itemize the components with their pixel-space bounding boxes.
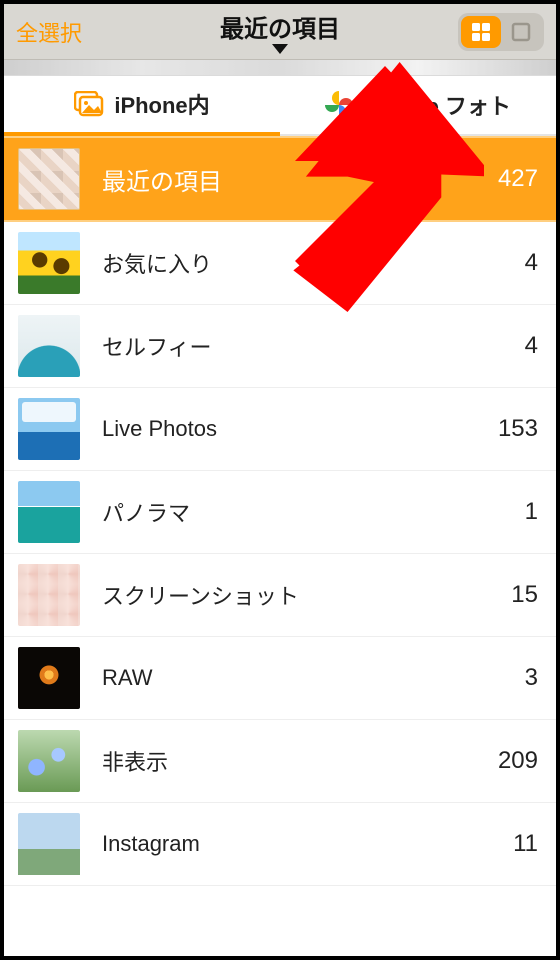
album-label: セルフィー bbox=[102, 330, 525, 362]
album-label: 最近の項目 bbox=[102, 162, 498, 197]
album-label: RAW bbox=[102, 665, 525, 691]
album-count: 4 bbox=[525, 332, 538, 360]
album-row[interactable]: 非表示209 bbox=[4, 720, 556, 803]
album-row[interactable]: Live Photos153 bbox=[4, 388, 556, 471]
album-row[interactable]: セルフィー4 bbox=[4, 305, 556, 388]
grid-icon bbox=[470, 21, 492, 43]
square-icon bbox=[510, 21, 532, 43]
top-bar: 全選択 最近の項目 bbox=[4, 4, 556, 60]
album-row[interactable]: RAW3 bbox=[4, 637, 556, 720]
album-thumbnail bbox=[18, 730, 80, 792]
album-thumbnail bbox=[18, 148, 80, 210]
album-row[interactable]: 最近の項目427 bbox=[4, 136, 556, 222]
album-row[interactable]: お気に入り4 bbox=[4, 222, 556, 305]
album-thumbnail bbox=[18, 481, 80, 543]
photos-stack-icon bbox=[74, 91, 104, 117]
single-view-button[interactable] bbox=[501, 16, 541, 48]
album-count: 11 bbox=[513, 830, 538, 858]
album-count: 427 bbox=[498, 165, 538, 193]
album-thumbnail bbox=[18, 232, 80, 294]
album-label: Instagram bbox=[102, 831, 513, 857]
album-thumbnail bbox=[18, 647, 80, 709]
google-photos-icon bbox=[325, 91, 353, 119]
album-label: パノラマ bbox=[102, 496, 525, 528]
source-tabs: iPhone内 Google フォト bbox=[4, 76, 556, 136]
album-row[interactable]: パノラマ1 bbox=[4, 471, 556, 554]
album-thumbnail bbox=[18, 315, 80, 377]
album-thumbnail bbox=[18, 813, 80, 875]
album-row[interactable]: スクリーンショット15 bbox=[4, 554, 556, 637]
tab-iphone[interactable]: iPhone内 bbox=[4, 76, 280, 136]
album-label: スクリーンショット bbox=[102, 579, 511, 611]
album-label: お気に入り bbox=[102, 247, 525, 279]
page-title[interactable]: 最近の項目 bbox=[220, 9, 340, 44]
select-all-button[interactable]: 全選択 bbox=[16, 16, 82, 48]
tab-google-label: Google フォト bbox=[363, 89, 511, 121]
background-strip bbox=[4, 60, 556, 76]
album-thumbnail bbox=[18, 398, 80, 460]
album-count: 4 bbox=[525, 249, 538, 277]
album-count: 209 bbox=[498, 747, 538, 775]
album-thumbnail bbox=[18, 564, 80, 626]
tab-iphone-label: iPhone内 bbox=[114, 88, 209, 120]
album-count: 3 bbox=[525, 664, 538, 692]
album-label: 非表示 bbox=[102, 745, 498, 777]
album-label: Live Photos bbox=[102, 416, 498, 442]
album-count: 153 bbox=[498, 415, 538, 443]
album-count: 1 bbox=[525, 498, 538, 526]
album-count: 15 bbox=[511, 581, 538, 609]
album-list: 最近の項目427お気に入り4セルフィー4Live Photos153パノラマ1ス… bbox=[4, 136, 556, 886]
view-toggle[interactable] bbox=[458, 13, 544, 51]
album-row[interactable]: Instagram11 bbox=[4, 803, 556, 886]
grid-view-button[interactable] bbox=[461, 16, 501, 48]
tab-google-photos[interactable]: Google フォト bbox=[280, 76, 556, 136]
